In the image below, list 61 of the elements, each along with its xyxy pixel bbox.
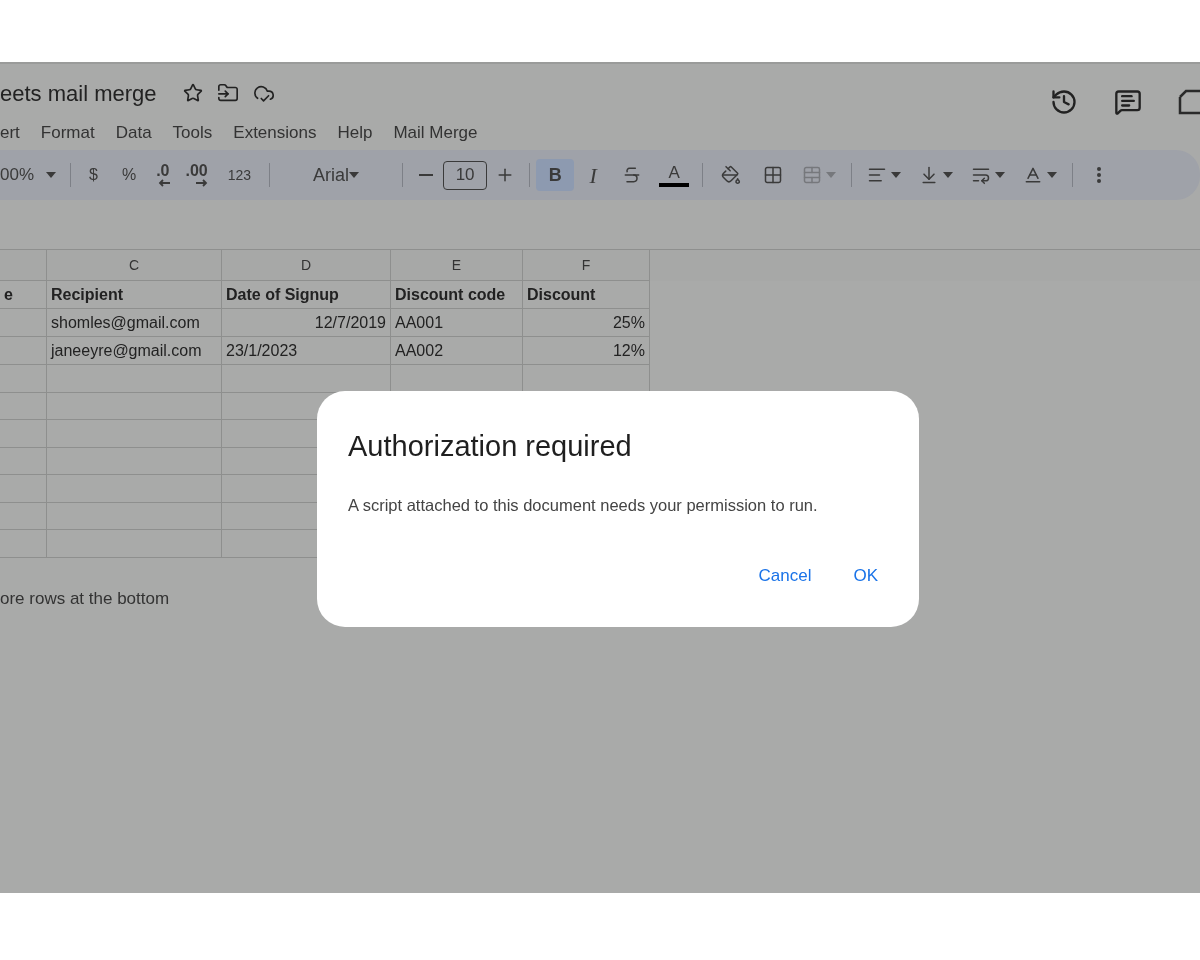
menu-item[interactable]: Tools bbox=[172, 120, 213, 146]
caret-icon bbox=[46, 172, 57, 178]
right-arrow-icon bbox=[195, 179, 208, 187]
menu-item[interactable]: Extensions bbox=[233, 120, 317, 146]
column-header[interactable]: C bbox=[47, 250, 222, 281]
star-icon[interactable] bbox=[182, 83, 203, 103]
caret-icon bbox=[826, 172, 837, 178]
table-cell: 23/1/2023 bbox=[222, 337, 391, 365]
left-arrow-icon bbox=[157, 179, 170, 187]
caret-icon bbox=[1047, 172, 1058, 178]
format-button[interactable]: 123 bbox=[215, 159, 264, 191]
decimal-button[interactable]: .00 bbox=[177, 159, 216, 191]
zoom-dropdown[interactable]: 00% bbox=[0, 159, 65, 191]
minus-icon bbox=[419, 174, 434, 176]
table-cell: e bbox=[0, 281, 47, 309]
bold-button[interactable]: B bbox=[536, 159, 575, 191]
table-cell: janeeyre@gmail.com bbox=[47, 337, 222, 365]
dialog-message: A script attached to this document needs your permission to run. bbox=[348, 494, 819, 516]
menu-item[interactable]: Format bbox=[40, 120, 95, 146]
column-header[interactable]: D bbox=[222, 250, 391, 281]
column-header[interactable]: F bbox=[523, 250, 650, 281]
table-cell: Recipient bbox=[47, 281, 222, 309]
italic-button[interactable]: I bbox=[574, 159, 613, 191]
history-icon[interactable] bbox=[1050, 88, 1078, 116]
align-left-icon bbox=[867, 165, 888, 185]
table-cell: shomles@gmail.com bbox=[47, 309, 222, 337]
dialog-title: Authorization required bbox=[348, 429, 633, 464]
menu-item[interactable]: ert bbox=[0, 120, 20, 146]
menu-item[interactable]: Help bbox=[337, 120, 373, 146]
dialog-button[interactable]: OK bbox=[837, 555, 894, 596]
table-cell: Discount code bbox=[391, 281, 523, 309]
grid-icon bbox=[763, 165, 784, 185]
caret-icon bbox=[349, 172, 360, 178]
column-header[interactable]: E bbox=[391, 250, 523, 281]
menu-item[interactable]: Mail Merge bbox=[393, 120, 478, 146]
document-title[interactable]: eets mail merge bbox=[0, 76, 157, 110]
decimal-button[interactable]: .0 bbox=[148, 159, 178, 191]
table-cell: Discount bbox=[523, 281, 650, 309]
table-cell: Date of Signup bbox=[222, 281, 391, 309]
paint-bucket-icon bbox=[721, 165, 742, 185]
font-size-field[interactable]: 10 bbox=[443, 160, 488, 190]
table-cell: 12/7/2019 bbox=[222, 309, 391, 337]
table-cell: 25% bbox=[523, 309, 650, 337]
add-rows-text: ore rows at the bottom bbox=[0, 587, 171, 610]
comment-icon[interactable] bbox=[1114, 88, 1142, 116]
merge-icon bbox=[802, 165, 823, 185]
menu-item[interactable]: Data bbox=[115, 120, 152, 146]
font-dropdown[interactable]: Arial bbox=[276, 159, 397, 191]
table-cell: AA002 bbox=[391, 337, 523, 365]
wrap-icon bbox=[971, 165, 992, 185]
text-color-button[interactable]: A bbox=[652, 159, 697, 191]
dialog-button[interactable]: Cancel bbox=[742, 555, 828, 596]
table-cell: AA001 bbox=[391, 309, 523, 337]
more-icon bbox=[1097, 167, 1102, 183]
caret-icon bbox=[995, 172, 1006, 178]
format-button[interactable]: % bbox=[109, 159, 149, 191]
folder-icon[interactable] bbox=[216, 82, 239, 104]
format-button[interactable]: $ bbox=[77, 159, 110, 191]
table-cell: 12% bbox=[523, 337, 650, 365]
caret-icon bbox=[943, 172, 954, 178]
caret-icon bbox=[891, 172, 902, 178]
